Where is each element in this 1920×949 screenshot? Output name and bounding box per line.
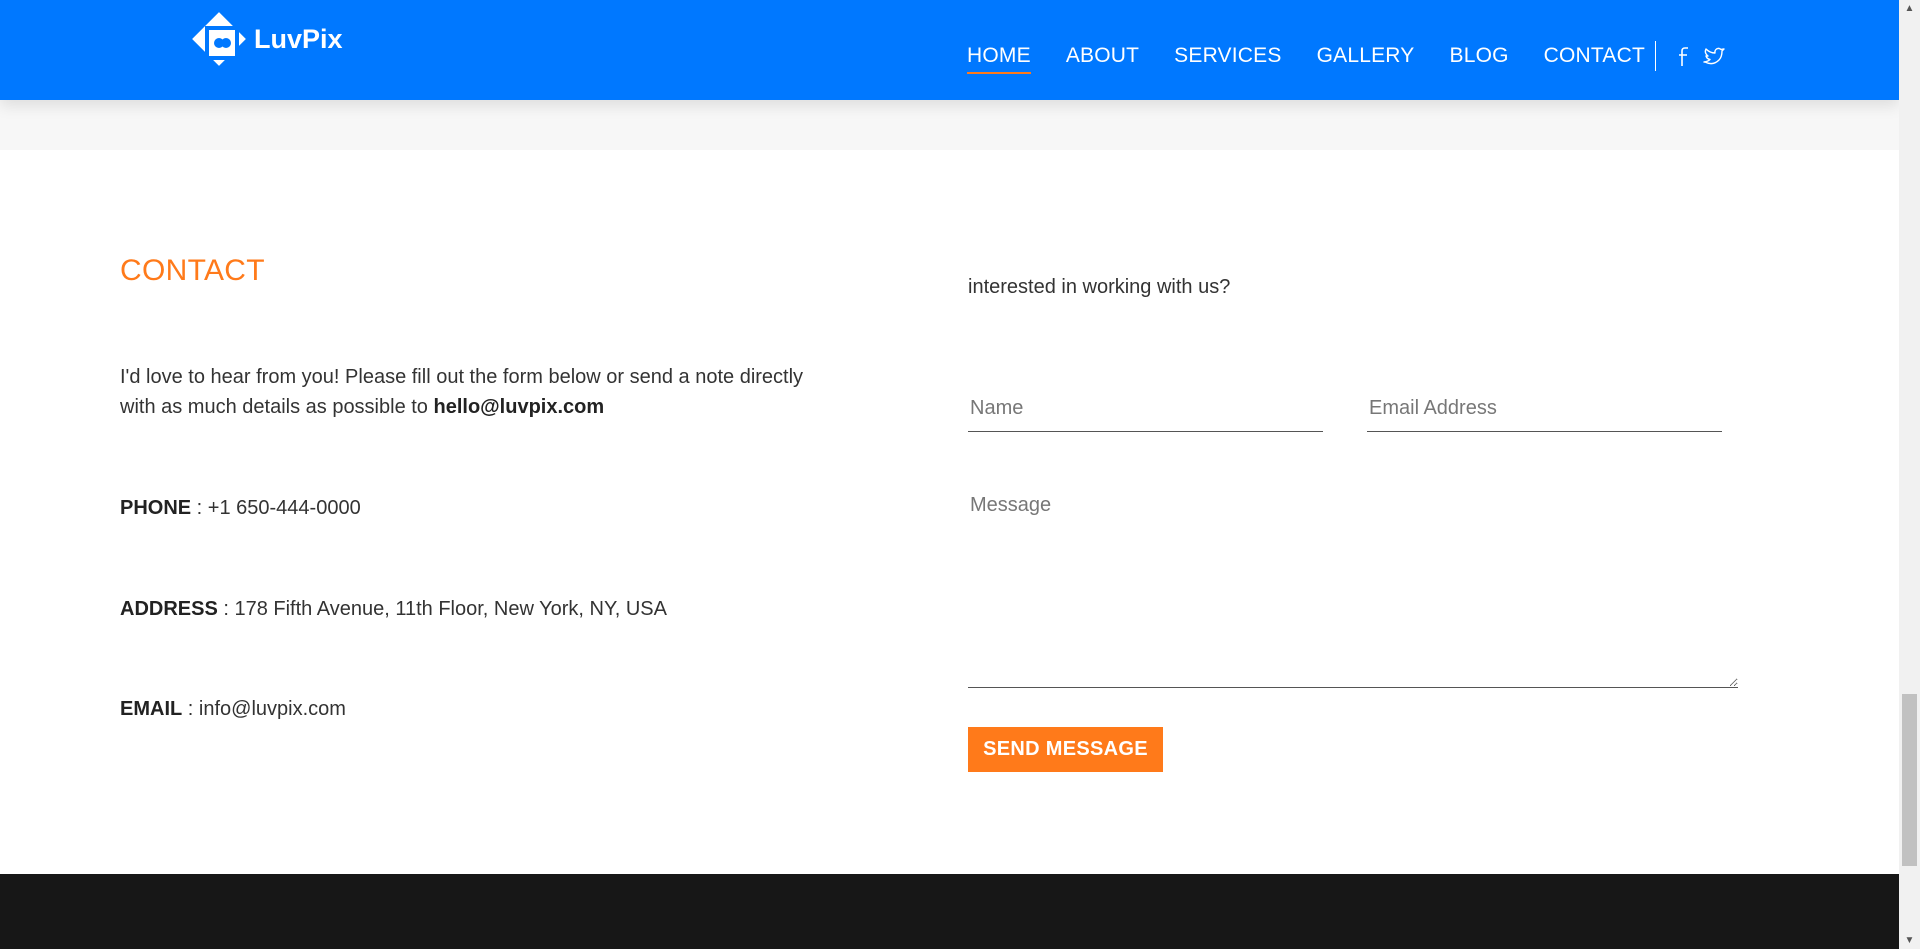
phone-label: PHONE [120, 497, 192, 519]
phone-line: PHONE : +1 650-444-0000 [120, 497, 361, 520]
address-label: ADDRESS [120, 598, 218, 620]
form-lead: interested in working with us? [968, 276, 1231, 298]
scroll-up-icon[interactable]: ▲ [1899, 0, 1920, 17]
nav-services[interactable]: SERVICES [1174, 44, 1281, 74]
section-title: CONTACT [120, 254, 265, 287]
main-nav: HOME ABOUT SERVICES GALLERY BLOG CONTACT [967, 41, 1732, 74]
phone-value: : +1 650-444-0000 [191, 497, 361, 519]
nav-about[interactable]: ABOUT [1066, 44, 1139, 74]
facebook-icon[interactable] [1672, 44, 1694, 68]
scrollbar[interactable]: ▲ ▼ [1899, 0, 1920, 949]
address-line: ADDRESS : 178 Fifth Avenue, 11th Floor, … [120, 598, 667, 621]
name-field[interactable] [968, 386, 1323, 432]
message-field[interactable] [968, 486, 1738, 688]
intro-paragraph: I'd love to hear from you! Please fill o… [120, 362, 840, 422]
email-field[interactable] [1367, 386, 1722, 432]
logo-icon [188, 8, 250, 70]
scroll-down-icon[interactable]: ▼ [1899, 932, 1920, 949]
nav-home[interactable]: HOME [967, 44, 1031, 74]
email-value: : info@luvpix.com [182, 698, 346, 720]
intro-email-link[interactable]: hello@luvpix.com [434, 396, 605, 418]
nav-divider [1654, 41, 1656, 71]
email-label: EMAIL [120, 698, 183, 720]
nav-gallery[interactable]: GALLERY [1317, 44, 1415, 74]
email-line: EMAIL : info@luvpix.com [120, 698, 346, 721]
brand-name: LuvPix [254, 23, 343, 54]
site-header: LuvPix HOME ABOUT SERVICES GALLERY BLOG … [0, 0, 1899, 100]
contact-section: CONTACT I'd love to hear from you! Pleas… [0, 150, 1899, 874]
twitter-icon[interactable] [1702, 44, 1725, 68]
scroll-thumb[interactable] [1902, 694, 1917, 866]
address-value: : 178 Fifth Avenue, 11th Floor, New York… [217, 598, 667, 620]
logo[interactable]: LuvPix [188, 8, 343, 70]
send-message-button[interactable]: SEND MESSAGE [968, 727, 1163, 772]
nav-contact[interactable]: CONTACT [1544, 44, 1645, 74]
site-footer [0, 874, 1899, 949]
nav-blog[interactable]: BLOG [1449, 44, 1508, 74]
page: LuvPix HOME ABOUT SERVICES GALLERY BLOG … [0, 0, 1899, 949]
